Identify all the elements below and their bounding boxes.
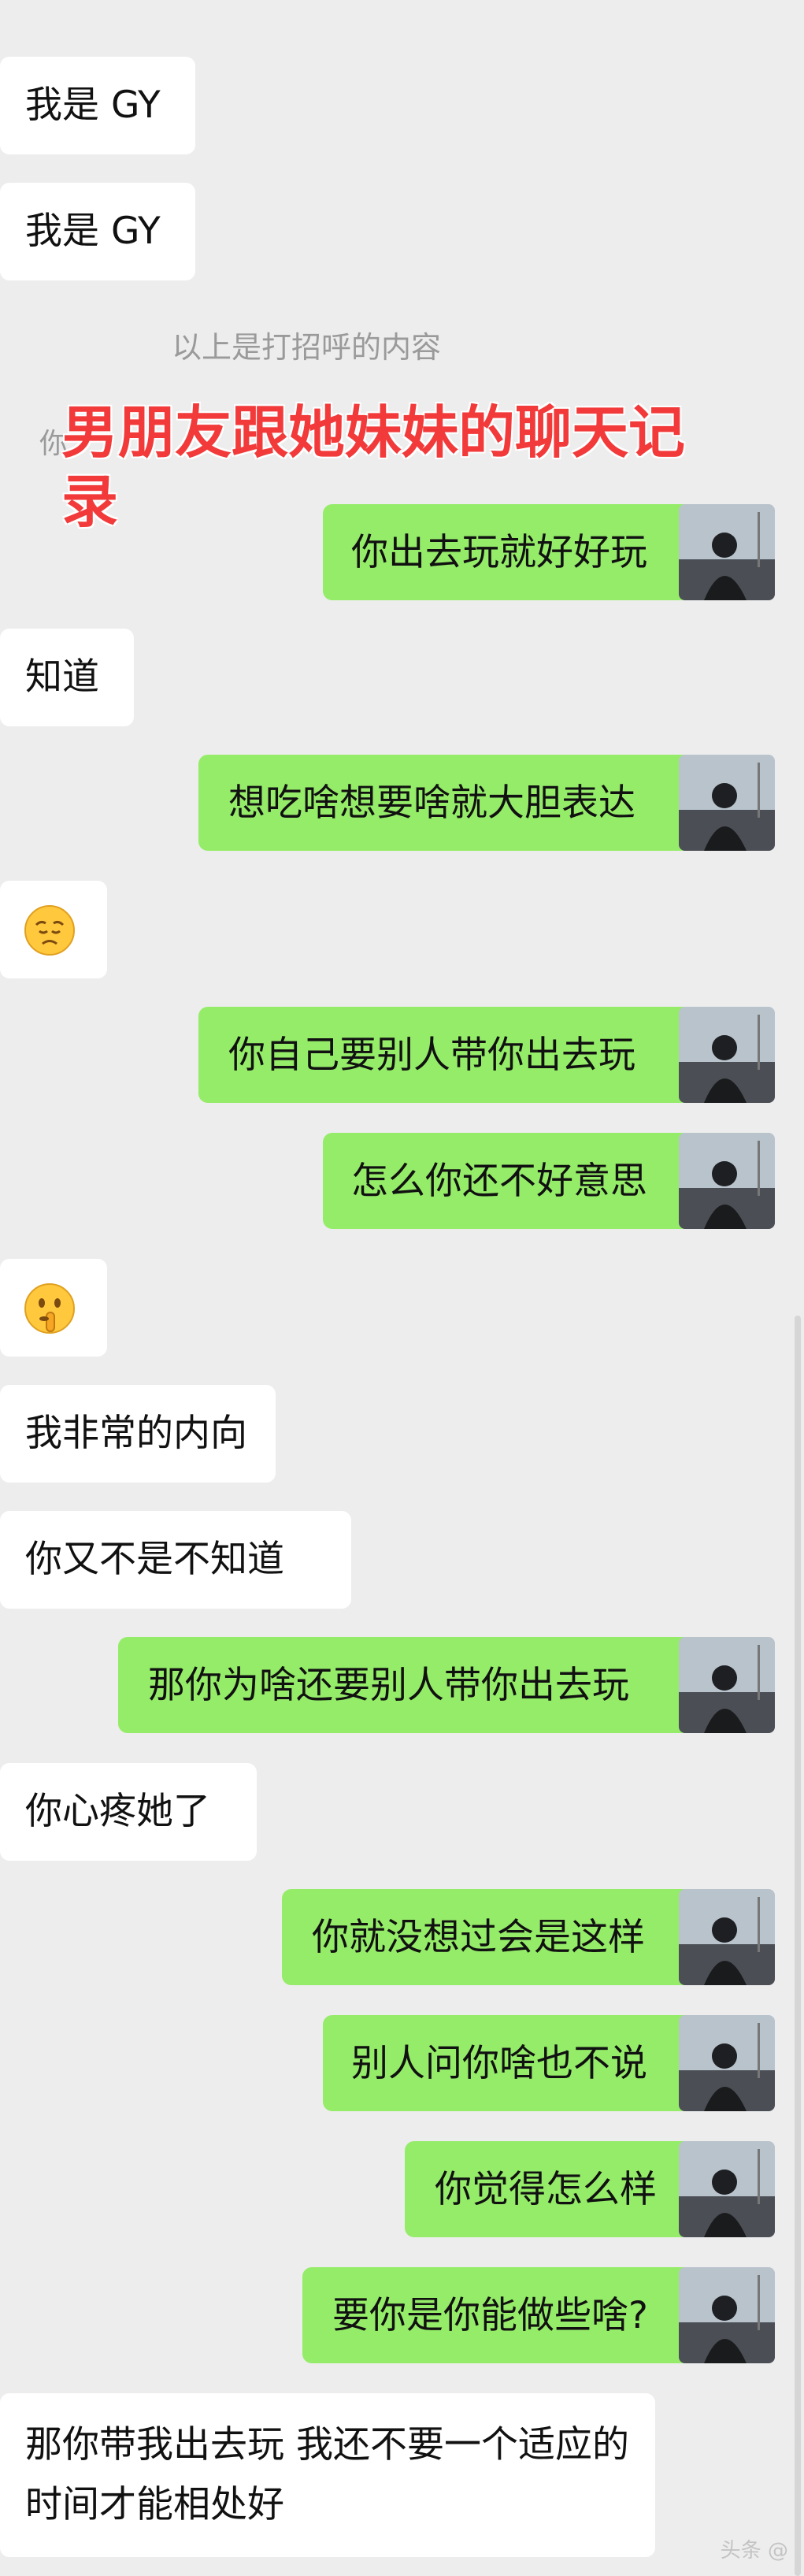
message-text: 我是 GY — [25, 210, 161, 253]
message-text: 你心疼她了 — [25, 1790, 210, 1833]
message-bubble-incoming[interactable]: 你又不是不知道 — [0, 1511, 351, 1609]
scrollbar[interactable] — [795, 1316, 801, 2576]
avatar[interactable] — [679, 755, 775, 851]
avatar-photo-icon — [679, 1133, 775, 1229]
message-text: 那你带我出去玩 我还不要一个适应的时间才能相处好 — [25, 2423, 629, 2526]
message-text: 我是 GY — [25, 84, 161, 127]
avatar-photo-icon — [679, 2015, 775, 2111]
overlay-title: 男朋友跟她妹妹的聊天记录 — [61, 399, 686, 535]
avatar[interactable] — [679, 2267, 775, 2363]
avatar-photo-icon — [679, 1889, 775, 1985]
avatar[interactable] — [679, 1007, 775, 1103]
message-bubble-incoming[interactable]: 我是 GY — [0, 183, 195, 280]
system-notice: 以上是打招呼的内容 — [172, 330, 442, 365]
avatar-photo-icon — [679, 2267, 775, 2363]
message-bubble-outgoing[interactable]: 怎么你还不好意思 — [323, 1133, 720, 1229]
message-text: 那你为啥还要别人带你出去玩 — [148, 1664, 629, 1707]
avatar-photo-icon — [679, 1637, 775, 1733]
message-bubble-incoming[interactable]: 你心疼她了 — [0, 1763, 257, 1861]
shushing-face-icon — [24, 1283, 75, 1334]
message-text: 你就没想过会是这样 — [312, 1916, 645, 1959]
avatar[interactable] — [679, 1133, 775, 1229]
avatar[interactable] — [679, 2141, 775, 2237]
message-text: 别人问你啥也不说 — [351, 2042, 647, 2085]
message-text: 要你是你能做些啥? — [332, 2294, 648, 2337]
message-bubble-incoming[interactable]: 我非常的内向 — [0, 1385, 276, 1483]
watermark: 头条 @ — [720, 2539, 788, 2563]
message-bubble-outgoing[interactable]: 想吃啥想要啥就大胆表达 — [198, 755, 720, 851]
message-text: 知道 — [25, 655, 99, 699]
message-bubble-outgoing[interactable]: 别人问你啥也不说 — [323, 2015, 720, 2111]
avatar[interactable] — [679, 2015, 775, 2111]
message-bubble-outgoing[interactable]: 要你是你能做些啥? — [302, 2267, 720, 2363]
message-text: 你自己要别人带你出去玩 — [228, 1034, 635, 1077]
message-bubble-incoming[interactable] — [0, 1259, 107, 1357]
avatar[interactable] — [679, 1889, 775, 1985]
message-text: 怎么你还不好意思 — [351, 1160, 647, 1203]
message-bubble-incoming[interactable] — [0, 881, 107, 978]
message-bubble-outgoing[interactable]: 你就没想过会是这样 — [282, 1889, 720, 1985]
message-bubble-outgoing[interactable]: 你自己要别人带你出去玩 — [198, 1007, 720, 1103]
message-text: 你觉得怎么样 — [435, 2168, 657, 2211]
message-text: 你出去玩就好好玩 — [351, 531, 647, 574]
message-bubble-outgoing[interactable]: 那你为啥还要别人带你出去玩 — [118, 1637, 720, 1733]
worried-face-icon — [24, 905, 75, 956]
message-text: 你又不是不知道 — [25, 1538, 284, 1581]
message-bubble-incoming[interactable]: 知道 — [0, 629, 134, 726]
message-bubble-outgoing[interactable]: 你觉得怎么样 — [405, 2141, 720, 2237]
avatar-photo-icon — [679, 1007, 775, 1103]
message-text: 我非常的内向 — [25, 1412, 247, 1455]
avatar-photo-icon — [679, 755, 775, 851]
avatar[interactable] — [679, 1637, 775, 1733]
message-bubble-incoming[interactable]: 那你带我出去玩 我还不要一个适应的时间才能相处好 — [0, 2393, 655, 2557]
message-bubble-incoming[interactable]: 我是 GY — [0, 57, 195, 154]
message-text: 想吃啥想要啥就大胆表达 — [228, 781, 635, 825]
avatar-photo-icon — [679, 2141, 775, 2237]
